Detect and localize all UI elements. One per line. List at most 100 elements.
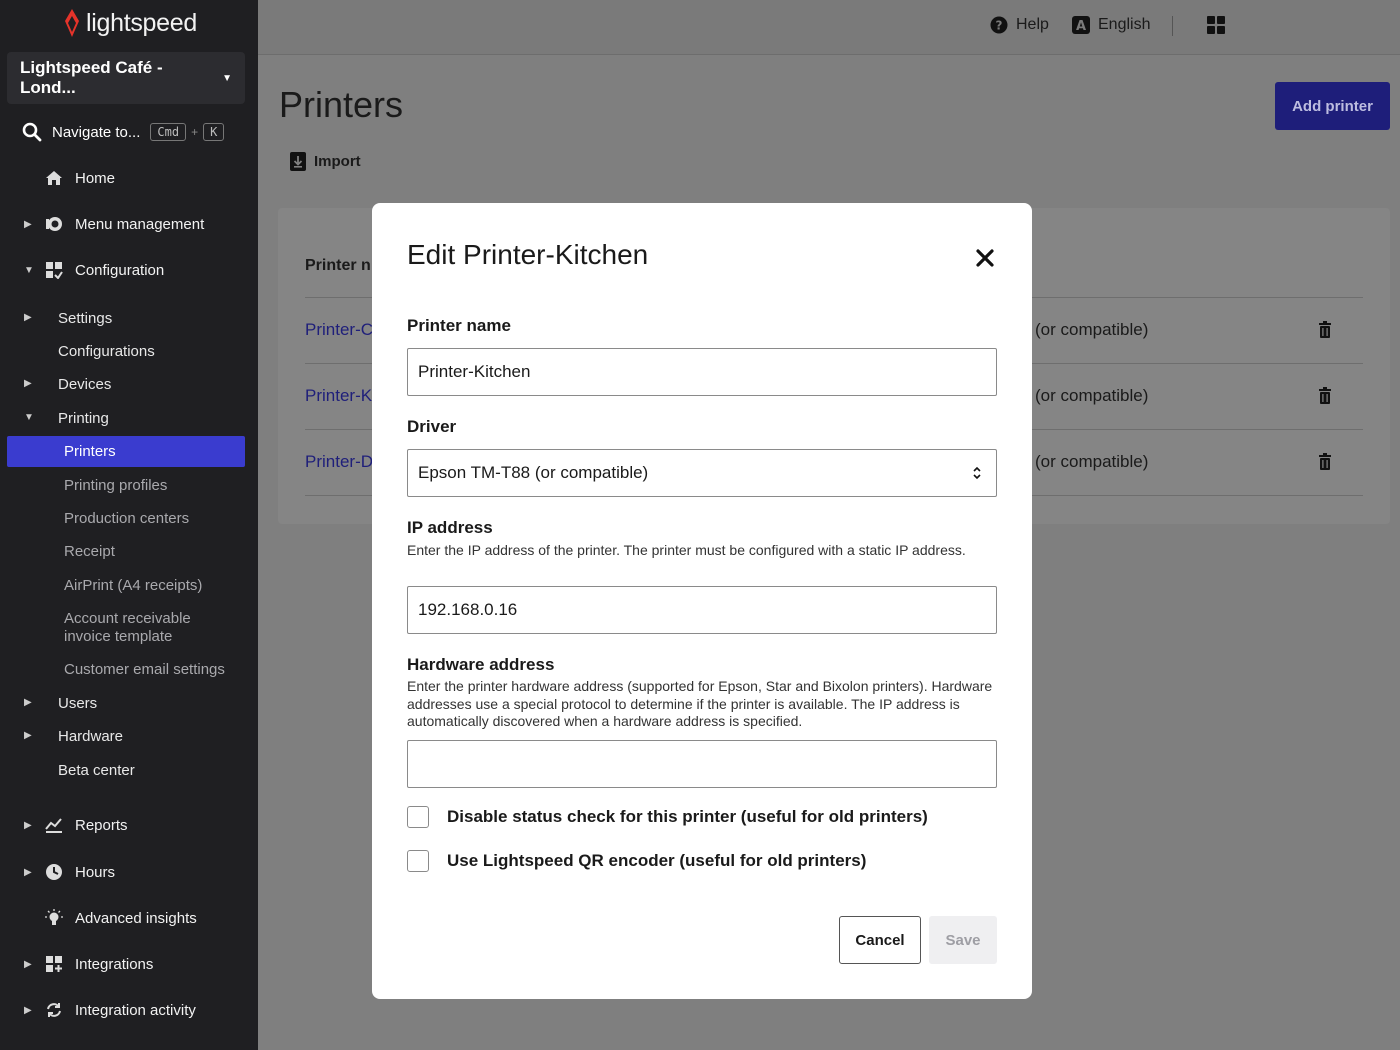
topbar-divider <box>1172 16 1173 36</box>
select-chevron-icon <box>973 466 981 480</box>
sidebar-item-printers[interactable]: Printers <box>64 443 116 461</box>
save-button[interactable]: Save <box>929 916 997 964</box>
sidebar-item-printers-active[interactable] <box>7 436 245 467</box>
configuration-icon <box>46 262 63 279</box>
sync-icon <box>47 1003 61 1017</box>
disable-status-checkbox[interactable] <box>407 806 429 828</box>
page-title: Printers <box>279 84 404 125</box>
expand-arrow-icon: ▶ <box>24 312 32 323</box>
sidebar-item-label: Reports <box>75 816 128 834</box>
reports-icon <box>45 818 62 833</box>
expand-arrow-icon: ▶ <box>24 730 32 741</box>
kbd-cmd: Cmd <box>150 123 187 141</box>
expand-arrow-icon: ▶ <box>24 866 32 878</box>
qr-encoder-option[interactable]: Use Lightspeed QR encoder (useful for ol… <box>407 850 866 872</box>
trash-icon[interactable] <box>1318 453 1332 470</box>
printer-name-label: Printer name <box>407 316 511 335</box>
svg-text:A: A <box>1076 19 1086 34</box>
ip-address-label: IP address <box>407 518 493 537</box>
kbd-plus: + <box>191 125 199 139</box>
sidebar-item-label: Integrations <box>75 955 154 973</box>
help-link[interactable]: ? Help <box>990 16 1049 34</box>
sidebar-item-label: Menu management <box>75 215 205 233</box>
printer-row-link[interactable]: Printer-D <box>305 452 373 472</box>
search-icon <box>22 122 42 142</box>
printer-row-driver: (or compatible) <box>1035 452 1149 471</box>
help-label: Help <box>1016 16 1049 33</box>
top-bar: ? Help A English <box>258 0 1400 55</box>
driver-select[interactable]: Epson TM-T88 (or compatible) <box>407 449 997 497</box>
modal-title: Edit Printer-Kitchen <box>407 239 649 270</box>
sidebar: lightspeed Lightspeed Café - Lond... ▼ N… <box>0 0 258 1050</box>
home-icon <box>46 171 62 185</box>
sidebar-item-airprint[interactable]: AirPrint (A4 receipts) <box>64 577 202 595</box>
sidebar-item-customer-email-settings[interactable]: Customer email settings <box>64 661 225 679</box>
expand-arrow-icon: ▶ <box>24 378 32 389</box>
integrations-icon <box>46 956 62 972</box>
close-icon[interactable] <box>974 247 996 269</box>
ip-address-input[interactable] <box>407 586 997 634</box>
expand-arrow-icon: ▶ <box>24 958 32 970</box>
sidebar-item-receipt[interactable]: Receipt <box>64 543 115 561</box>
language-label: English <box>1098 16 1151 33</box>
sidebar-item-production-centers[interactable]: Production centers <box>64 510 189 528</box>
language-icon: A <box>1072 16 1090 34</box>
help-icon: ? <box>990 16 1008 34</box>
sidebar-item-label: Hours <box>75 863 116 881</box>
sidebar-item-label: Configurations <box>58 343 155 360</box>
printer-row-link[interactable]: Printer-C <box>305 320 373 340</box>
sidebar-item-label: Hardware <box>58 728 124 745</box>
sidebar-item-label: Devices <box>58 376 112 393</box>
cancel-button[interactable]: Cancel <box>839 916 921 964</box>
sidebar-item-label: Advanced insights <box>75 909 197 927</box>
expand-arrow-icon: ▶ <box>24 697 32 708</box>
driver-selected-value: Epson TM-T88 (or compatible) <box>418 463 649 482</box>
trash-icon[interactable] <box>1318 387 1332 404</box>
hardware-address-help: Enter the printer hardware address (supp… <box>407 678 993 729</box>
clock-icon <box>46 864 62 880</box>
import-icon <box>290 152 306 171</box>
qr-encoder-label: Use Lightspeed QR encoder (useful for ol… <box>447 851 867 870</box>
hardware-address-label: Hardware address <box>407 655 555 674</box>
lightbulb-icon <box>45 909 63 925</box>
sidebar-item-ar-invoice-template[interactable]: Account receivable invoice template <box>64 610 214 646</box>
driver-label: Driver <box>407 417 457 436</box>
sidebar-item-label: Beta center <box>58 762 135 779</box>
kbd-k: K <box>203 123 225 141</box>
caret-down-icon: ▼ <box>222 72 232 84</box>
svg-text:?: ? <box>996 19 1003 33</box>
brand-logo[interactable]: lightspeed <box>62 8 197 38</box>
navigate-label: Navigate to... <box>52 123 141 141</box>
location-selector[interactable]: Lightspeed Café - Lond... ▼ <box>7 52 245 104</box>
brand-name: lightspeed <box>86 8 197 37</box>
sidebar-item-label: Settings <box>58 310 113 327</box>
sidebar-item-label: Printing <box>58 410 109 427</box>
disable-status-check-option[interactable]: Disable status check for this printer (u… <box>407 806 928 828</box>
import-button[interactable]: Import <box>290 152 361 171</box>
printer-row-driver: (or compatible) <box>1035 320 1149 339</box>
apps-grid-icon[interactable] <box>1207 16 1225 34</box>
expand-arrow-icon: ▶ <box>24 1004 32 1016</box>
collapse-arrow-icon: ▼ <box>24 412 34 423</box>
sidebar-item-printing-profiles[interactable]: Printing profiles <box>64 477 167 495</box>
add-printer-button[interactable]: Add printer <box>1275 82 1390 130</box>
edit-printer-modal: Edit Printer-Kitchen Printer name Driver… <box>372 203 1032 999</box>
flame-logo-icon <box>65 9 79 37</box>
language-selector[interactable]: A English <box>1072 16 1150 34</box>
menu-management-icon <box>46 217 62 231</box>
sidebar-item-label: Home <box>75 169 116 187</box>
hardware-address-input[interactable] <box>407 740 997 788</box>
navigate-search[interactable]: Navigate to... Cmd + K <box>22 122 225 142</box>
table-header-printer-name: Printer n <box>305 257 371 274</box>
disable-status-label: Disable status check for this printer (u… <box>447 807 928 826</box>
trash-icon[interactable] <box>1318 321 1332 338</box>
qr-encoder-checkbox[interactable] <box>407 850 429 872</box>
printer-row-link[interactable]: Printer-K <box>305 386 372 406</box>
printer-row-driver: (or compatible) <box>1035 386 1149 405</box>
collapse-arrow-icon: ▼ <box>24 264 34 276</box>
import-label: Import <box>314 153 361 170</box>
sidebar-item-label: Configuration <box>75 261 165 279</box>
sidebar-item-label: Integration activity <box>75 1001 196 1019</box>
expand-arrow-icon: ▶ <box>24 819 32 831</box>
printer-name-input[interactable] <box>407 348 997 396</box>
